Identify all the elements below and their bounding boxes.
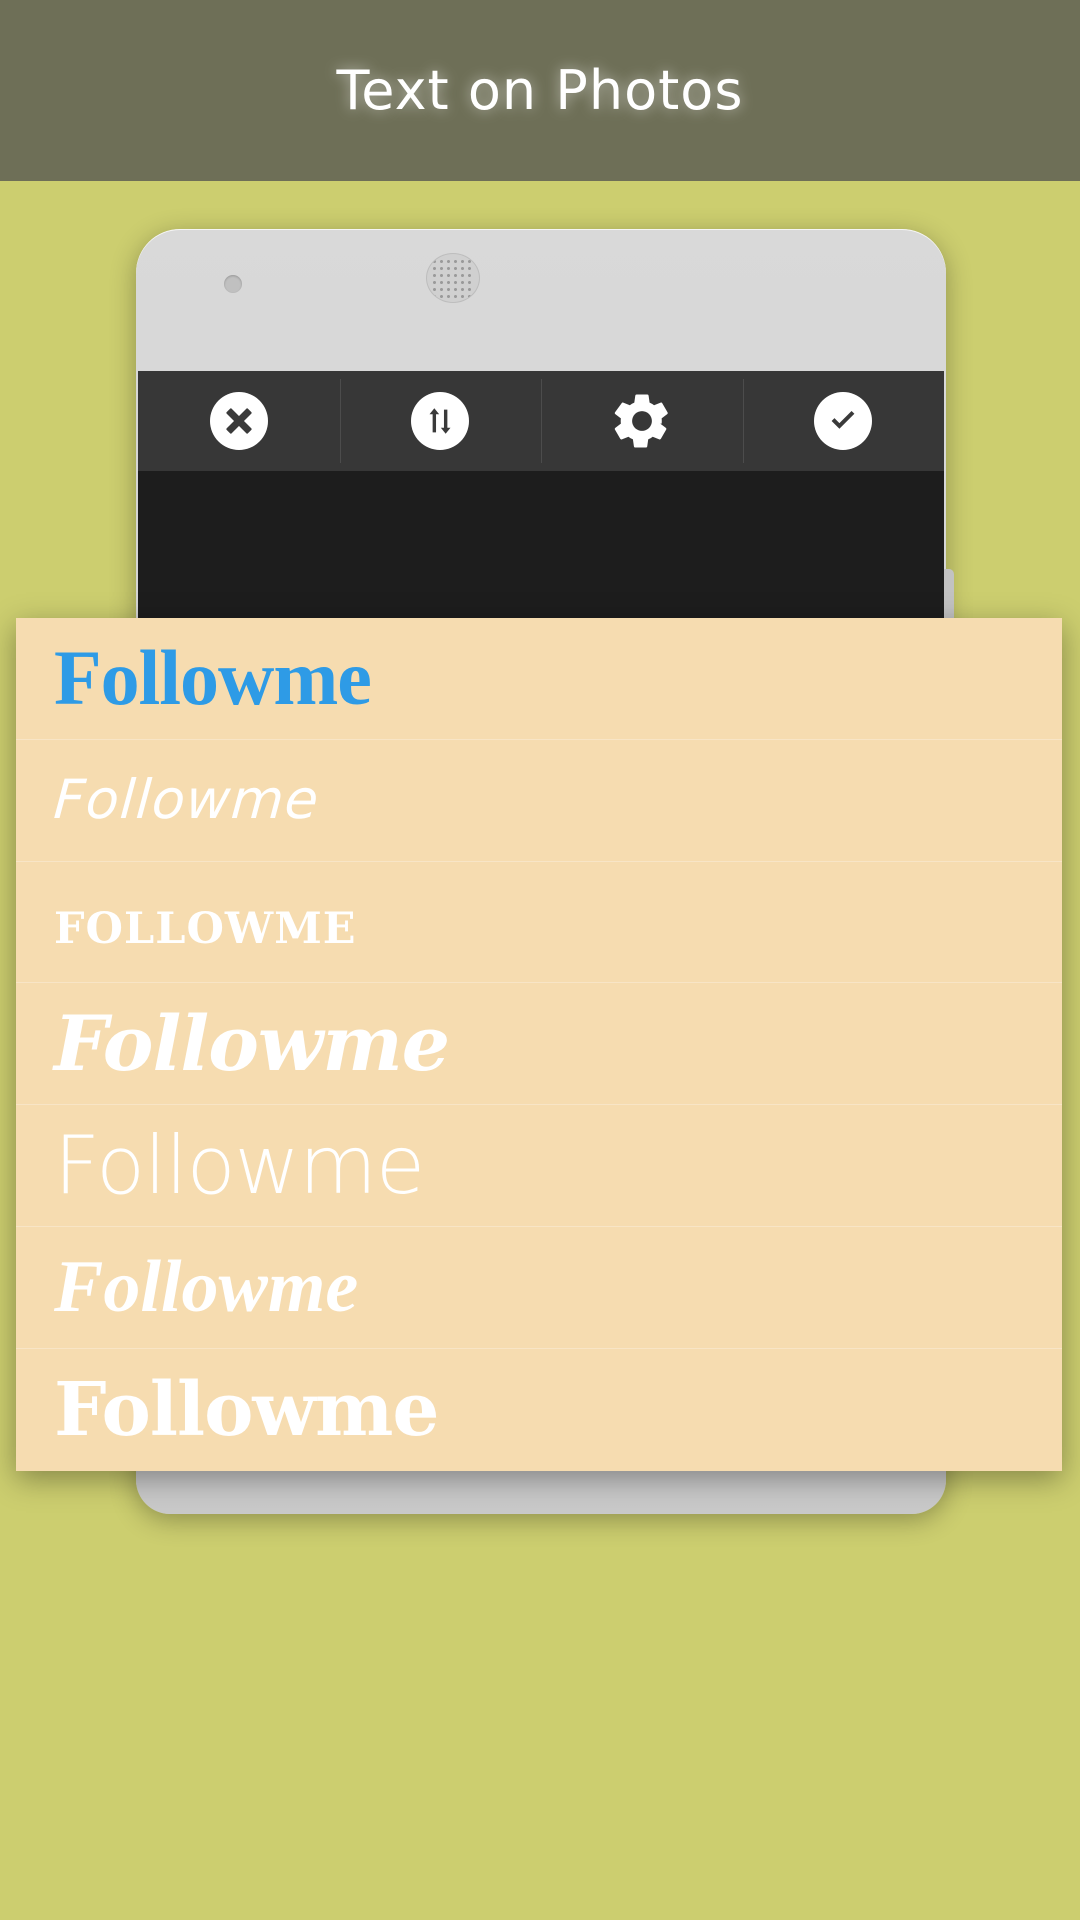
font-sample-text: Followme	[54, 1118, 425, 1212]
app-header: Text on Photos	[0, 0, 1080, 181]
swap-button[interactable]	[339, 371, 542, 471]
font-option-row[interactable]: Followme	[16, 1349, 1062, 1471]
font-sample-text: Followme	[51, 768, 322, 832]
font-option-row[interactable]: Followme	[16, 983, 1062, 1106]
font-option-row[interactable]: Followme	[16, 1227, 1062, 1349]
font-option-row[interactable]: Followme	[16, 618, 1062, 740]
check-circle-icon	[814, 392, 873, 450]
earpiece-speaker-icon	[426, 253, 480, 303]
swap-vertical-circle-icon	[411, 392, 470, 450]
close-circle-icon	[209, 392, 268, 450]
font-option-row[interactable]: Followme	[16, 862, 1062, 984]
font-sample-text: Followme	[54, 634, 372, 722]
settings-button[interactable]	[541, 371, 743, 471]
font-option-row[interactable]: Followme	[16, 740, 1062, 862]
font-option-row[interactable]: Followme	[16, 1105, 1062, 1227]
done-button[interactable]	[742, 371, 945, 471]
page-title: Text on Photos	[336, 59, 744, 122]
gear-icon	[609, 388, 675, 454]
front-camera-icon	[224, 275, 242, 293]
page-body: Mirror Effect	[0, 181, 1080, 1920]
close-button[interactable]	[138, 371, 340, 471]
editor-top-toolbar	[138, 371, 944, 471]
font-sample-text: Followme	[54, 998, 450, 1088]
font-picker-overlay[interactable]: Followme Followme Followme Followme Foll…	[16, 618, 1062, 1471]
font-sample-text: Followme	[54, 1246, 359, 1329]
font-sample-text: Followme	[54, 884, 357, 958]
font-sample-text: Followme	[54, 1366, 440, 1453]
